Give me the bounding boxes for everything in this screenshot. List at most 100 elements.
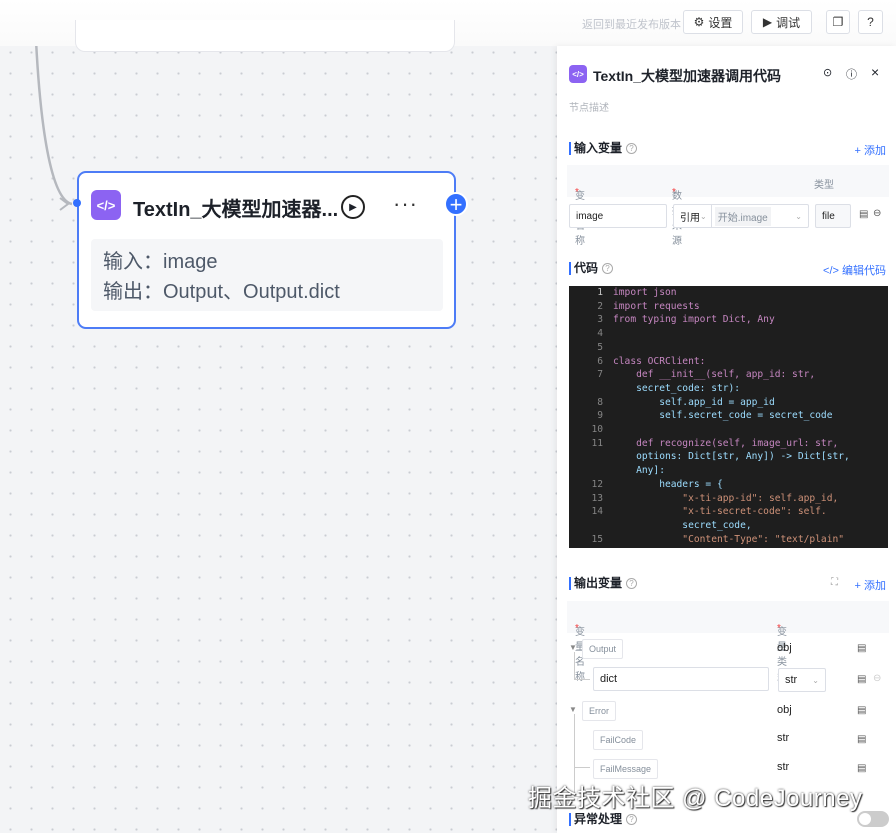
revert-to-published-link[interactable]: 返回到最近发布版本 bbox=[582, 16, 681, 32]
output-type-select[interactable]: str ⌄ bbox=[778, 668, 826, 692]
help-icon: ? bbox=[626, 578, 638, 590]
source-select[interactable]: 引用 ⌄ 开始.image ⌄ bbox=[673, 204, 809, 228]
add-input-button[interactable]: + 添加 bbox=[855, 142, 886, 158]
code-line: 15 "Content-Type": "text/plain" bbox=[569, 533, 888, 547]
code-text: def __init__(self, app_id: str, bbox=[613, 369, 816, 381]
node-description-input[interactable]: 节点描述 bbox=[569, 99, 609, 114]
output-var-name: FailMessage bbox=[593, 759, 659, 779]
document-icon[interactable]: ▤ bbox=[859, 209, 868, 220]
code-line: 2 import requests bbox=[569, 300, 888, 314]
code-line: 8 self.app_id = app_id bbox=[569, 396, 888, 410]
collapse-icon[interactable]: ▼ bbox=[569, 705, 577, 714]
line-number bbox=[569, 450, 613, 464]
code-node-card[interactable]: </> TextIn_大模型加速器... ▶ ··· 输入：image 输出：O… bbox=[77, 171, 456, 329]
output-var-name: FailCode bbox=[593, 730, 644, 750]
debug-label: 调试 bbox=[776, 15, 801, 30]
remove-icon[interactable]: ⊖ bbox=[873, 208, 881, 219]
edit-code-button[interactable]: </> 编辑代码 bbox=[823, 262, 886, 278]
code-text: headers = { bbox=[613, 478, 723, 490]
code-text: "x-ti-app-id": self.app_id, bbox=[613, 492, 839, 504]
code-line: 9 self.secret_code = secret_code bbox=[569, 409, 888, 423]
help-button[interactable]: ? bbox=[858, 10, 883, 34]
line-number: 1 bbox=[597, 287, 603, 298]
panel-title: TextIn_大模型加速器调用代码 bbox=[593, 68, 781, 84]
code-text: def recognize(self, image_url: str, bbox=[613, 437, 839, 449]
line-number: 7 bbox=[597, 369, 603, 381]
previous-node-card[interactable] bbox=[75, 20, 455, 52]
line-number: 11 bbox=[591, 437, 603, 449]
play-icon: ▶ bbox=[762, 15, 773, 29]
line-number: 14 bbox=[591, 506, 603, 518]
document-icon[interactable]: ▤ bbox=[857, 643, 866, 654]
source-mode-select[interactable]: 引用 ⌄ bbox=[674, 205, 712, 227]
code-line: 1 import json bbox=[569, 286, 888, 300]
settings-label: 设置 bbox=[708, 15, 733, 30]
document-icon[interactable]: ▤ bbox=[857, 734, 866, 745]
line-number: 4 bbox=[597, 328, 603, 340]
source-value: 开始.image bbox=[714, 206, 771, 226]
code-text: "x-ti-secret-code": self. bbox=[613, 506, 827, 518]
node-io-summary: 输入：image 输出：Output、Output.dict bbox=[91, 239, 443, 311]
collapse-icon[interactable]: ▼ bbox=[569, 643, 577, 652]
code-line: 7 def __init__(self, app_id: str, bbox=[569, 368, 888, 382]
code-editor[interactable]: 1 import json 2 import requests 3 from typing… bbox=[569, 286, 888, 548]
line-number: 3 bbox=[597, 314, 603, 326]
expand-icon[interactable]: ⛶ bbox=[831, 577, 838, 588]
code-line: secret_code: str): bbox=[569, 382, 888, 396]
code-icon: </> bbox=[91, 190, 121, 220]
input-var-name-field[interactable]: image bbox=[569, 204, 667, 228]
settings-button[interactable]: ⚙ 设置 bbox=[683, 10, 743, 34]
output-var-type: str bbox=[777, 761, 790, 773]
code-section-title: 代码? bbox=[569, 262, 614, 275]
line-number bbox=[569, 464, 613, 478]
code-line: 14 "x-ti-secret-code": self. bbox=[569, 505, 888, 519]
line-number: 13 bbox=[591, 492, 603, 504]
watermark: 掘金技术社区 @ CodeJourney bbox=[528, 785, 863, 812]
code-text: secret_code: str): bbox=[613, 382, 741, 394]
run-node-button[interactable]: ▶ bbox=[341, 195, 365, 219]
more-icon[interactable]: ··· bbox=[393, 191, 418, 217]
gear-icon: ⚙ bbox=[693, 15, 705, 29]
line-number: 9 bbox=[597, 410, 603, 422]
code-icon: </> bbox=[569, 65, 587, 83]
chevron-down-icon: ⌄ bbox=[795, 211, 802, 221]
line-number: 2 bbox=[597, 300, 603, 312]
code-line: 5 bbox=[569, 341, 888, 355]
code-text: "Content-Type": "text/plain" bbox=[613, 533, 845, 545]
remove-icon[interactable]: ⊖ bbox=[873, 673, 881, 684]
copy-button[interactable]: ❐ bbox=[826, 10, 850, 34]
code-text: self.secret_code = secret_code bbox=[613, 410, 833, 422]
node-config-panel: </> TextIn_大模型加速器调用代码 ⊙ ⓘ × 节点描述 输入变量? +… bbox=[557, 46, 896, 833]
help-icon[interactable]: ⓘ bbox=[846, 66, 857, 82]
node-output-text: 输出：Output、Output.dict bbox=[103, 281, 340, 303]
input-handle[interactable] bbox=[73, 199, 81, 207]
output-var-name: Error bbox=[582, 701, 616, 721]
code-text: class OCRClient: bbox=[613, 355, 706, 367]
add-output-button[interactable]: + 添加 bbox=[855, 577, 886, 593]
document-icon[interactable]: ▤ bbox=[857, 763, 866, 774]
line-number: 5 bbox=[597, 341, 603, 353]
run-icon[interactable]: ⊙ bbox=[823, 66, 832, 79]
input-section-title: 输入变量? bbox=[569, 142, 638, 155]
tree-line bbox=[574, 714, 590, 768]
output-var-name-field[interactable]: dict bbox=[593, 667, 769, 691]
node-title: TextIn_大模型加速器... bbox=[133, 199, 339, 221]
code-line: 4 bbox=[569, 327, 888, 341]
output-table-header: 变量名称* 变量类型* bbox=[567, 601, 889, 683]
line-number: 6 bbox=[597, 355, 603, 367]
code-line: 13 "x-ti-app-id": self.app_id, bbox=[569, 492, 888, 506]
line-number: 8 bbox=[597, 396, 603, 408]
code-line: 12 headers = { bbox=[569, 478, 888, 492]
exception-toggle[interactable] bbox=[857, 811, 889, 827]
document-icon[interactable]: ▤ bbox=[857, 705, 866, 716]
debug-button[interactable]: ▶ 调试 bbox=[751, 10, 812, 34]
source-mode: 引用 bbox=[680, 212, 700, 224]
code-line: options: Dict[str, Any]) -> Dict[str, bbox=[569, 450, 888, 464]
close-icon[interactable]: × bbox=[871, 64, 879, 80]
add-next-node-button[interactable]: + bbox=[444, 192, 468, 216]
chevron-down-icon: ⌄ bbox=[812, 675, 819, 685]
code-text: secret_code, bbox=[613, 519, 752, 531]
line-number: 15 bbox=[591, 533, 603, 545]
document-icon[interactable]: ▤ bbox=[857, 674, 866, 685]
input-type-field: file bbox=[815, 204, 851, 228]
